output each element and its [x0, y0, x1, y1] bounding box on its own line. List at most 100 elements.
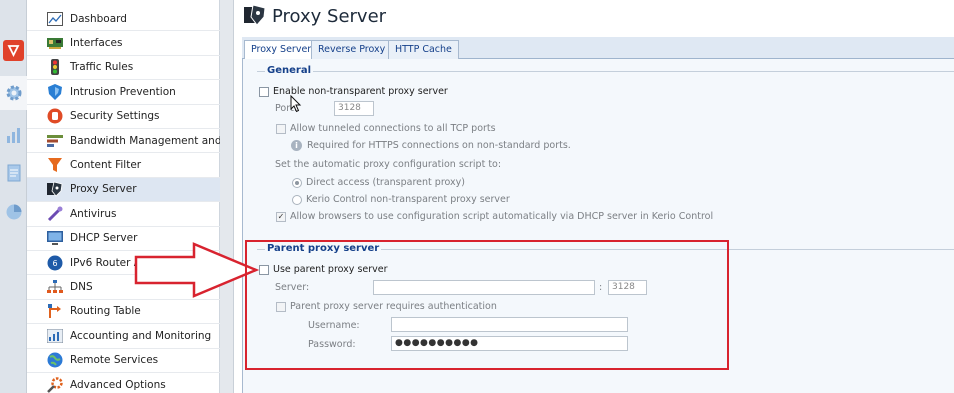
sidebar-item-label: Advanced Options	[70, 378, 166, 391]
tunneled-row[interactable]: Allow tunneled connections to all TCP po…	[276, 123, 496, 134]
tab-panel: General Enable non-transparent proxy ser…	[242, 59, 954, 393]
tab-reverse-proxy[interactable]: Reverse Proxy	[311, 40, 393, 59]
sidebar-item-traffic-rules[interactable]: Traffic Rules	[27, 56, 220, 81]
sidebar-item-label: Security Settings	[70, 110, 160, 123]
tunneled-checkbox[interactable]	[276, 123, 286, 134]
sidebar-item-security-settings[interactable]: Security Settings	[27, 105, 220, 129]
app-rail	[0, 0, 27, 393]
server-label: Server:	[275, 282, 310, 293]
routing-icon	[47, 303, 63, 319]
sidebar-item-label: Proxy Server	[70, 183, 137, 196]
brand-shield-icon[interactable]	[3, 40, 24, 61]
sidebar-item-dashboard[interactable]: Dashboard	[27, 7, 220, 32]
document-icon[interactable]	[3, 162, 24, 183]
server-input[interactable]	[373, 280, 595, 295]
bar-chart-icon[interactable]	[3, 124, 24, 145]
general-legend: General	[265, 65, 313, 76]
server-row: Server:	[275, 282, 309, 293]
bandwidth-icon	[47, 133, 63, 149]
use-parent-checkbox[interactable]	[259, 264, 269, 275]
port-input[interactable]: 3128	[334, 101, 374, 116]
sidebar-item-label: Dashboard	[70, 12, 127, 25]
page-title: Proxy Server	[272, 6, 387, 27]
sidebar-item-label: Traffic Rules	[70, 61, 134, 74]
auth-row[interactable]: Parent proxy server requires authenticat…	[276, 301, 497, 312]
shield-icon	[47, 83, 63, 100]
username-input[interactable]	[391, 317, 628, 332]
pie-chart-icon[interactable]	[3, 201, 24, 222]
tunneled-label: Allow tunneled connections to all TCP po…	[290, 123, 496, 134]
username-label: Username:	[308, 320, 360, 331]
sidebar-item-label: Antivirus	[70, 207, 117, 220]
enable-proxy-checkbox[interactable]	[259, 86, 269, 97]
main-content: Proxy Server Proxy Server Reverse Proxy …	[234, 0, 954, 393]
mouse-cursor-icon	[290, 95, 302, 113]
dns-tree-icon	[47, 279, 63, 295]
radio-kerio-row[interactable]: Kerio Control non-transparent proxy serv…	[292, 194, 510, 205]
sidebar-item-label: Intrusion Prevention	[70, 85, 176, 98]
script-row: Set the automatic proxy configuration sc…	[275, 159, 501, 170]
annotation-arrow-icon	[134, 242, 260, 298]
sidebar-item-proxy-server[interactable]: Proxy Server	[27, 177, 220, 203]
proxy-server-icon	[47, 181, 63, 198]
page-header: Proxy Server	[244, 4, 386, 29]
monitor-icon	[47, 230, 63, 246]
allow-browsers-checkbox[interactable]: ✓	[276, 211, 286, 222]
ipv6-icon: 6	[47, 255, 63, 271]
sidebar-item-content-filter[interactable]: Content Filter	[27, 153, 220, 178]
svg-text:6: 6	[52, 259, 57, 268]
password-row: Password:	[308, 339, 356, 350]
sidebar-item-accounting[interactable]: Accounting and Monitoring	[27, 324, 220, 349]
server-port-separator-row: :	[599, 282, 602, 293]
password-input[interactable]: ●●●●●●●●●●	[391, 336, 628, 351]
sidebar-item-advanced-options[interactable]: Advanced Options	[27, 373, 220, 393]
sidebar-nav: Dashboard Interfaces Traffic Rules Intru…	[27, 0, 246, 393]
radio-direct[interactable]	[292, 177, 302, 188]
sidebar-item-bandwidth[interactable]: Bandwidth Management and QoS	[27, 129, 246, 154]
info-icon: i	[291, 140, 302, 151]
radio-direct-row[interactable]: Direct access (transparent proxy)	[292, 177, 465, 188]
script-label: Set the automatic proxy configuration sc…	[275, 159, 502, 170]
auth-label: Parent proxy server requires authenticat…	[290, 301, 497, 312]
password-label: Password:	[308, 339, 356, 350]
radio-kerio[interactable]	[292, 194, 302, 205]
tab-proxy-server[interactable]: Proxy Server	[244, 40, 319, 60]
radio-direct-label: Direct access (transparent proxy)	[306, 177, 465, 188]
tab-http-cache[interactable]: HTTP Cache	[388, 40, 459, 59]
tunneled-hint: Required for HTTPS connections on non-st…	[307, 140, 571, 151]
parent-proxy-legend: Parent proxy server	[265, 243, 382, 254]
use-parent-label: Use parent proxy server	[273, 264, 388, 275]
sidebar-item-label: Interfaces	[70, 37, 123, 50]
sidebar-item-label: Content Filter	[70, 159, 142, 172]
sidebar-item-label: DHCP Server	[70, 232, 138, 245]
dashboard-icon	[47, 11, 63, 27]
use-parent-row[interactable]: Use parent proxy server	[259, 264, 388, 275]
auth-checkbox[interactable]	[276, 301, 286, 312]
radio-selected-dot	[295, 180, 299, 185]
sidebar-item-label: DNS	[70, 281, 93, 294]
enable-proxy-row[interactable]: Enable non-transparent proxy server	[259, 86, 448, 97]
sidebar-item-intrusion-prevention[interactable]: Intrusion Prevention	[27, 80, 220, 105]
port-separator: :	[599, 282, 603, 293]
sidebar-item-remote-services[interactable]: Remote Services	[27, 349, 220, 373]
tunneled-hint-row: i Required for HTTPS connections on non-…	[291, 140, 571, 151]
gear-icon[interactable]	[3, 82, 24, 103]
sidebar-item-antivirus[interactable]: Antivirus	[27, 202, 220, 227]
proxy-server-icon	[244, 4, 266, 29]
radio-kerio-label: Kerio Control non-transparent proxy serv…	[306, 194, 510, 205]
network-card-icon	[47, 35, 63, 51]
sidebar-item-label: Routing Table	[70, 305, 141, 318]
username-row: Username:	[308, 320, 360, 331]
antivirus-icon	[47, 206, 63, 222]
accounting-icon	[47, 328, 63, 344]
sidebar-scrollbar[interactable]	[220, 0, 234, 393]
globe-icon	[47, 352, 63, 368]
allow-browsers-row[interactable]: ✓ Allow browsers to use configuration sc…	[276, 211, 713, 222]
funnel-icon	[47, 157, 63, 173]
sidebar-item-interfaces[interactable]: Interfaces	[27, 31, 220, 56]
parent-port-input[interactable]: 3128	[608, 280, 647, 295]
wrench-gear-icon	[47, 376, 63, 393]
traffic-light-icon	[47, 59, 63, 76]
sidebar-item-routing-table[interactable]: Routing Table	[27, 300, 220, 325]
tab-bar: Proxy Server Reverse Proxy HTTP Cache	[242, 37, 954, 60]
